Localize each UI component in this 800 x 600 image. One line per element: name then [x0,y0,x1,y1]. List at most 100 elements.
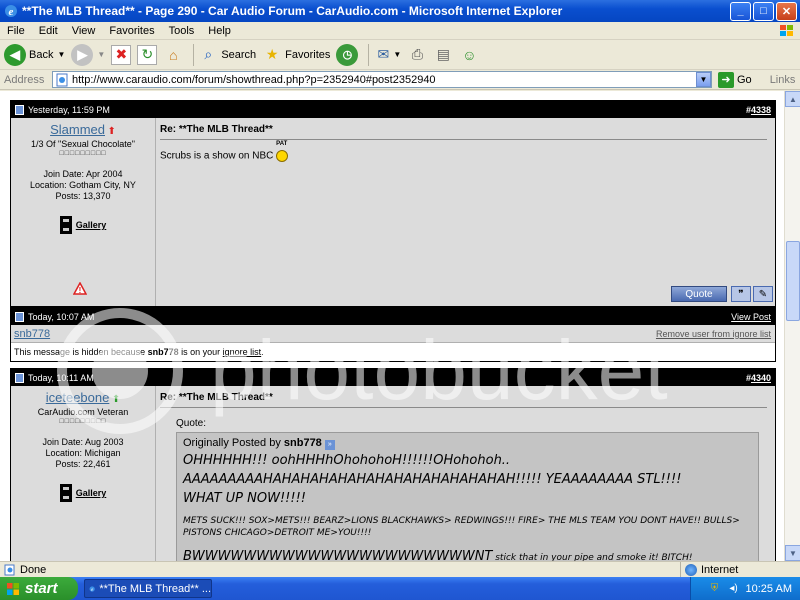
menu-tools[interactable]: Tools [162,25,202,37]
quote-small-text: METS SUCK!!! SOX>METS!!! BEARZ>LIONS BLA… [183,516,740,538]
post-number-link[interactable]: 4338 [751,105,771,115]
offline-arrow-icon: ⬆ [107,126,116,137]
remove-ignore-link[interactable]: Remove user from ignore list [656,329,771,339]
back-label: Back [29,48,54,61]
username-link[interactable]: Slammed [50,122,105,137]
security-shield-icon[interactable]: ⛨ [708,582,722,596]
gallery-link[interactable]: Gallery [11,484,155,502]
quote-label: Quote: [176,418,207,429]
scroll-down-icon[interactable]: ▼ [785,545,800,561]
toolbar: ◀ Back ▼ ▶ ▼ ✖ ↻ ⌂ ⌕ Search ★ Favorites … [0,40,800,70]
ie-icon: e [5,5,17,18]
go-label: Go [737,73,752,86]
post-body: iceteebone ⬆ CarAudio.com Veteran □□□□□□… [11,386,775,561]
post-icon [15,311,24,322]
messenger-icon: ☺ [462,46,477,63]
quick-reply-button[interactable]: ✎ [753,286,773,302]
post-4338: Yesterday, 11:59 PM #4338 Slammed ⬆ 1/3 … [10,100,776,307]
scroll-thumb[interactable] [786,241,800,321]
favorites-button[interactable]: ★ Favorites [262,45,331,65]
hidden-notice-end: . [261,347,264,357]
post-icon [15,104,24,115]
quote-by-prefix: Originally Posted by [183,437,284,449]
edit-page-icon: ▤ [436,46,450,62]
post-number: #4338 [746,105,771,115]
security-zone: Internet [680,562,738,578]
menu-edit[interactable]: Edit [32,25,65,37]
forward-dropdown-icon[interactable]: ▼ [97,50,105,59]
hidden-user-row: snb778 Remove user from ignore list [11,325,775,343]
view-post-link[interactable]: View Post [731,312,771,322]
quote-bw-text: BWWWWWWWWWWWWWWWWWWWWWWNT [183,549,493,561]
view-quoted-post-icon[interactable]: » [324,440,335,450]
menu-favorites[interactable]: Favorites [102,25,161,37]
menu-help[interactable]: Help [201,25,238,37]
start-button[interactable]: start [0,577,78,600]
post-header: Yesterday, 11:59 PM #4338 [11,101,775,118]
quote-by-user: snb778 [283,437,322,449]
forward-arrow-icon: ▶ [71,43,94,66]
minimize-button[interactable]: _ [730,1,751,21]
location: Location: Michigan [45,448,121,458]
status-text: Done [20,563,47,576]
address-dropdown-icon[interactable]: ▼ [696,72,711,87]
menu-view[interactable]: View [65,25,103,37]
hidden-notice-text: This message is hidden because [14,347,148,357]
close-button[interactable]: ✕ [776,1,797,21]
links-label[interactable]: Links [770,74,796,86]
quote-block: Quote: Originally Posted by snb778 » OHH… [176,418,759,561]
search-button[interactable]: ⌕ Search [198,45,256,65]
go-arrow-icon: ➜ [718,71,734,88]
home-icon: ⌂ [169,46,178,63]
refresh-button[interactable]: ↻ [137,44,158,65]
ignore-list-link[interactable]: ignore list [223,347,262,357]
gallery-link[interactable]: Gallery [11,216,155,234]
edit-button[interactable]: ▤ [433,45,453,65]
messenger-button[interactable]: ☺ [459,45,479,65]
smiley-label: PAT [276,141,288,147]
post-date: Today, 10:11 AM [28,372,94,383]
address-input[interactable]: http://www.caraudio.com/forum/showthread… [52,71,712,88]
hidden-username-link[interactable]: snb778 [14,328,50,340]
post-date: Yesterday, 11:59 PM [28,104,110,115]
back-button[interactable]: ◀ Back ▼ [4,43,65,66]
maximize-button[interactable]: □ [753,1,774,21]
mail-button[interactable]: ✉ ▼ [373,45,402,65]
clock: 10:25 AM [745,582,792,595]
menu-file[interactable]: File [0,25,32,37]
vertical-scrollbar[interactable]: ▲ ▼ [784,91,800,561]
toolbar-separator [193,43,195,66]
post-4340: Today, 10:11 AM #4340 iceteebone ⬆ CarAu… [10,368,776,561]
stop-button[interactable]: ✖ [111,44,132,65]
post-number-link[interactable]: 4340 [751,373,771,383]
mail-dropdown-icon[interactable]: ▼ [393,50,401,59]
taskbar-ie-window[interactable]: e **The MLB Thread** ... [84,579,212,598]
status-bar: Done Internet [0,561,800,578]
scroll-up-icon[interactable]: ▲ [785,91,800,107]
stop-icon: ✖ [111,44,132,65]
post-icon [15,372,24,383]
print-button[interactable]: ⎙ [407,45,427,65]
start-label: start [25,580,58,597]
back-dropdown-icon[interactable]: ▼ [57,50,65,59]
go-button[interactable]: ➜ Go [718,71,752,88]
title-bar: e **The MLB Thread** - Page 290 - Car Au… [0,0,800,22]
history-button[interactable]: ◷ [336,43,359,66]
user-info: iceteebone ⬆ CarAudio.com Veteran □□□□□□… [11,386,156,561]
gallery-label: Gallery [75,220,107,230]
home-button[interactable]: ⌂ [163,45,183,65]
join-date: Join Date: Aug 2003 [42,437,124,447]
mail-icon: ✉ [377,46,390,62]
address-label: Address [4,73,45,86]
quote-button[interactable]: Quote [671,286,727,302]
volume-icon[interactable]: ◂) [727,582,741,596]
ie-icon: e [89,585,95,592]
multi-quote-button[interactable]: ❞ [731,286,751,302]
quote-content: Originally Posted by snb778 » OHHHHHH!!!… [176,432,759,561]
toolbar-separator [368,43,370,66]
page-done-icon [4,564,15,575]
username-link[interactable]: iceteebone [46,390,110,405]
post-date: Today, 10:07 AM [28,311,95,322]
report-post-icon[interactable]: ! [11,281,155,297]
forward-button[interactable]: ▶ ▼ [71,43,105,66]
